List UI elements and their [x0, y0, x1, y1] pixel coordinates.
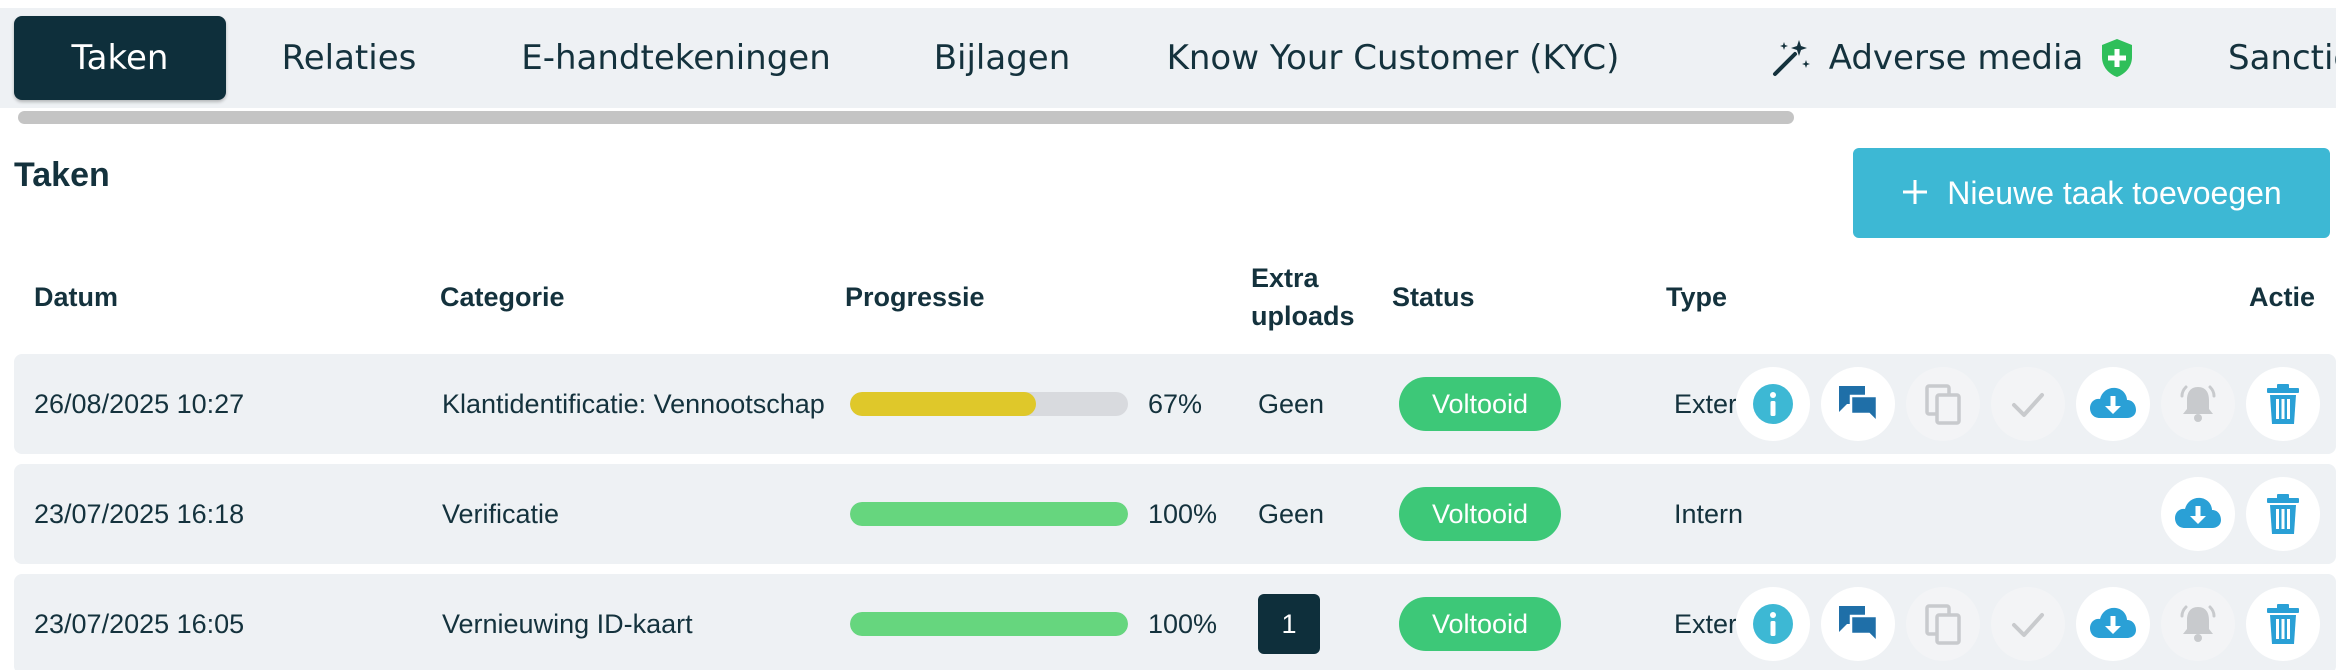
- cell-type-text: Extern: [1674, 388, 1736, 419]
- delete-button[interactable]: [2246, 587, 2320, 661]
- col-header-actie: Actie: [2249, 282, 2316, 312]
- progress-bar: [850, 612, 1128, 636]
- cell-type: Extern: [1674, 574, 1736, 670]
- cell-extra-uploads: Geen: [1258, 498, 1325, 529]
- status-badge: Voltooid: [1399, 377, 1561, 431]
- tab-adverse-media[interactable]: Adverse media: [1742, 16, 2162, 100]
- tab-bijlagen[interactable]: Bijlagen: [924, 16, 1080, 100]
- cell-type: Intern: [1674, 464, 1743, 564]
- add-task-label: Nieuwe taak toevoegen: [1947, 174, 2282, 211]
- check-icon: [2012, 393, 2044, 417]
- progress-label: 100%: [1148, 608, 1218, 639]
- download-button[interactable]: [2076, 587, 2150, 661]
- extra-uploads-count[interactable]: 1: [1258, 594, 1320, 654]
- trash-icon: [2267, 494, 2299, 534]
- tab-label: Bijlagen: [933, 38, 1071, 78]
- download-icon: [2090, 607, 2136, 638]
- cell-datum: 23/07/2025 16:18: [34, 498, 245, 529]
- approve-button[interactable]: [1991, 587, 2065, 661]
- col-header-status[interactable]: Status: [1392, 278, 1475, 316]
- check-icon: [2012, 613, 2044, 637]
- cell-categorie: Klantidentificatie: Vennootschap: [442, 388, 825, 419]
- tabbar-scrollbar-thumb[interactable]: [18, 111, 1794, 124]
- reminder-button[interactable]: [2161, 367, 2235, 441]
- shield-plus-icon: [2099, 37, 2135, 79]
- tab-taken[interactable]: Taken: [14, 16, 226, 100]
- cell-type-text: Intern: [1674, 498, 1744, 529]
- copy-button[interactable]: [1906, 367, 1980, 441]
- tab-label: E-handtekeningen: [521, 38, 831, 78]
- cell-datum: 26/08/2025 10:27: [34, 388, 245, 419]
- copy-icon: [1925, 604, 1961, 645]
- tab-label: Sanctie: [2228, 38, 2336, 78]
- col-header-extra-line1: Extra: [1251, 263, 1319, 293]
- chat-button[interactable]: [1821, 587, 1895, 661]
- info-icon: [1753, 384, 1793, 424]
- col-header-type[interactable]: Type: [1666, 278, 1727, 316]
- col-header-extra-line2: uploads: [1251, 301, 1355, 331]
- cell-categorie: Vernieuwing ID-kaart: [442, 608, 693, 639]
- bell-icon: [2180, 385, 2216, 422]
- chat-icon: [1839, 386, 1879, 426]
- col-header-progressie[interactable]: Progressie: [845, 278, 985, 316]
- trash-icon: [2267, 384, 2299, 424]
- chat-icon: [1839, 606, 1879, 646]
- delete-button[interactable]: [2246, 477, 2320, 551]
- chat-button[interactable]: [1821, 367, 1895, 441]
- copy-icon: [1925, 384, 1961, 425]
- tab-label: Know Your Customer (KYC): [1166, 38, 1620, 78]
- cell-datum: 23/07/2025 16:05: [34, 608, 245, 639]
- copy-button[interactable]: [1906, 587, 1980, 661]
- download-button[interactable]: [2161, 477, 2235, 551]
- trash-icon: [2267, 604, 2299, 644]
- reminder-button[interactable]: [2161, 587, 2235, 661]
- tab-label: Taken: [71, 38, 169, 78]
- tab-kyc[interactable]: Know Your Customer (KYC): [1166, 16, 1620, 100]
- tab-sanctie[interactable]: Sanctie: [2228, 16, 2336, 100]
- col-header-categorie[interactable]: Categorie: [440, 278, 565, 316]
- info-button[interactable]: [1736, 587, 1810, 661]
- tab-bar: Taken Relaties E-handtekeningen Bijlagen…: [0, 8, 2336, 110]
- download-icon: [2090, 387, 2136, 418]
- progress-bar: [850, 502, 1128, 526]
- col-header-datum[interactable]: Datum: [34, 278, 118, 316]
- download-icon: [2175, 497, 2221, 528]
- cell-type-text: Extern: [1674, 608, 1736, 639]
- page-title: Taken: [14, 156, 110, 194]
- progress-label: 100%: [1148, 498, 1218, 529]
- download-button[interactable]: [2076, 367, 2150, 441]
- status-badge: Voltooid: [1399, 487, 1561, 541]
- bell-icon: [2180, 605, 2216, 642]
- delete-button[interactable]: [2246, 367, 2320, 441]
- add-task-button[interactable]: Nieuwe taak toevoegen: [1853, 148, 2330, 238]
- progress-fill: [850, 392, 1037, 416]
- tab-label: Adverse media: [1828, 38, 2084, 78]
- progress-fill: [850, 612, 1128, 636]
- cell-extra-uploads: Geen: [1258, 388, 1325, 419]
- table-row[interactable]: 23/07/2025 16:05 Vernieuwing ID-kaart 10…: [14, 574, 2336, 670]
- info-button[interactable]: [1736, 367, 1810, 441]
- table-row[interactable]: 26/08/2025 10:27 Klantidentificatie: Ven…: [14, 354, 2336, 454]
- approve-button[interactable]: [1991, 367, 2065, 441]
- progress-label: 67%: [1148, 388, 1203, 419]
- magic-wand-icon: [1769, 36, 1813, 80]
- progress-fill: [850, 502, 1128, 526]
- table-row[interactable]: 23/07/2025 16:18 Verificatie 100% Geen V…: [14, 464, 2336, 564]
- status-badge: Voltooid: [1399, 597, 1561, 651]
- tab-relaties[interactable]: Relaties: [262, 16, 436, 100]
- plus-icon: [1901, 173, 1929, 213]
- tab-e-handtekeningen[interactable]: E-handtekeningen: [518, 16, 834, 100]
- progress-bar: [850, 392, 1128, 416]
- cell-type: Extern: [1674, 354, 1736, 454]
- cell-categorie: Verificatie: [442, 498, 560, 529]
- tab-label: Relaties: [281, 38, 417, 78]
- info-icon: [1753, 604, 1793, 644]
